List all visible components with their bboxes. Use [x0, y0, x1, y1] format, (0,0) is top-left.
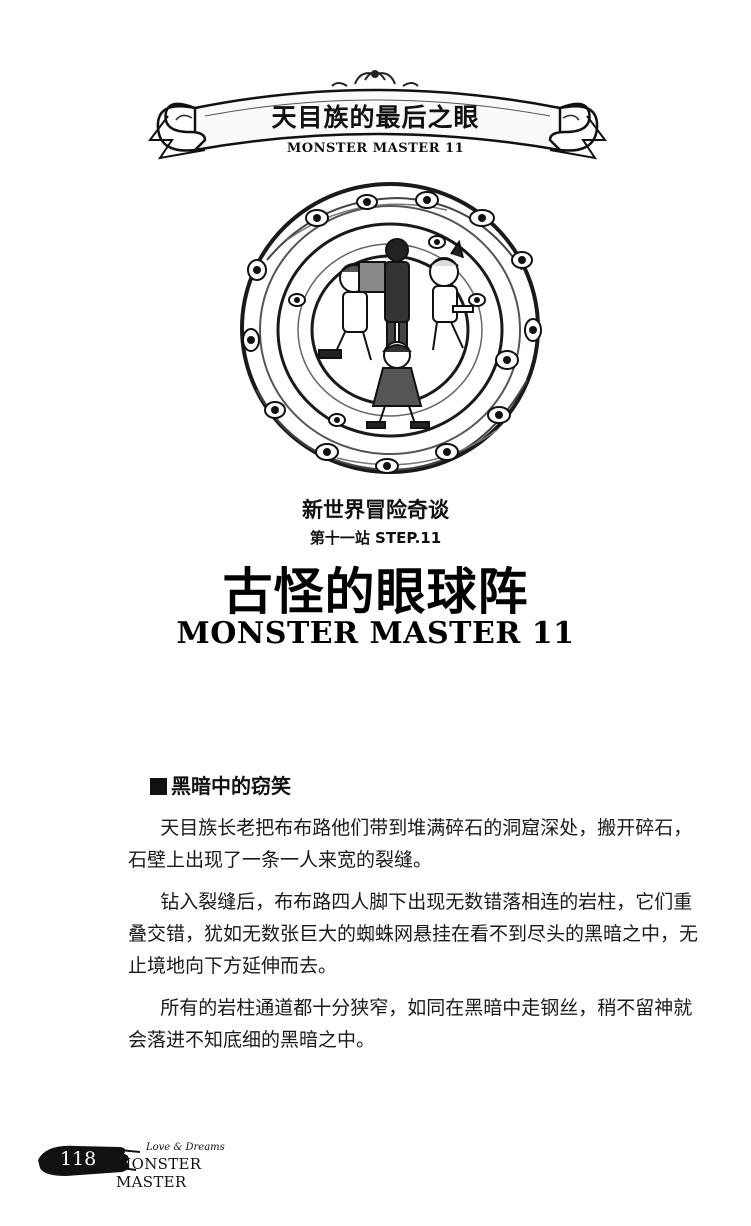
paragraph: 天目族长老把布布路他们带到堆满碎石的洞窟深处，搬开碎石，石壁上出现了一条一人来宽…: [128, 817, 693, 871]
banner-title: 天目族的最后之眼: [271, 103, 480, 132]
paragraph: 所有的岩柱通道都十分狭窄，如同在黑暗中走钢丝，稍不留神就会落进不知底细的黑暗之中…: [128, 997, 693, 1051]
banner-subtitle: MONSTER MASTER 11: [286, 141, 465, 156]
page-number: 118: [60, 1148, 97, 1170]
page-footer: 118 Love & Dreams MONSTER MASTER: [36, 1138, 276, 1191]
square-bullet-icon: [150, 778, 167, 795]
paragraph: 钻入裂缝后，布布路四人脚下出现无数错落相连的岩柱，它们重叠交错，犹如无数张巨大的…: [128, 891, 699, 977]
footer-series: MONSTER MASTER: [116, 1155, 202, 1191]
series-title: 新世界冒险奇谈: [302, 498, 449, 522]
chapter-step: 第十一站 STEP.11: [309, 529, 442, 547]
chapter-subtitle: MONSTER MASTER 11: [176, 616, 575, 651]
eyeball-vortex-illustration: [240, 182, 542, 474]
section-heading: 黑暗中的窃笑: [150, 770, 291, 799]
body-text: 天目族长老把布布路他们带到堆满碎石的洞窟深处，搬开碎石，石壁上出现了一条一人来宽…: [128, 812, 698, 1066]
footer-tagline: Love & Dreams: [146, 1142, 225, 1153]
chapter-title: 古怪的眼球阵: [222, 563, 529, 621]
section-heading-text: 黑暗中的窃笑: [171, 774, 291, 798]
